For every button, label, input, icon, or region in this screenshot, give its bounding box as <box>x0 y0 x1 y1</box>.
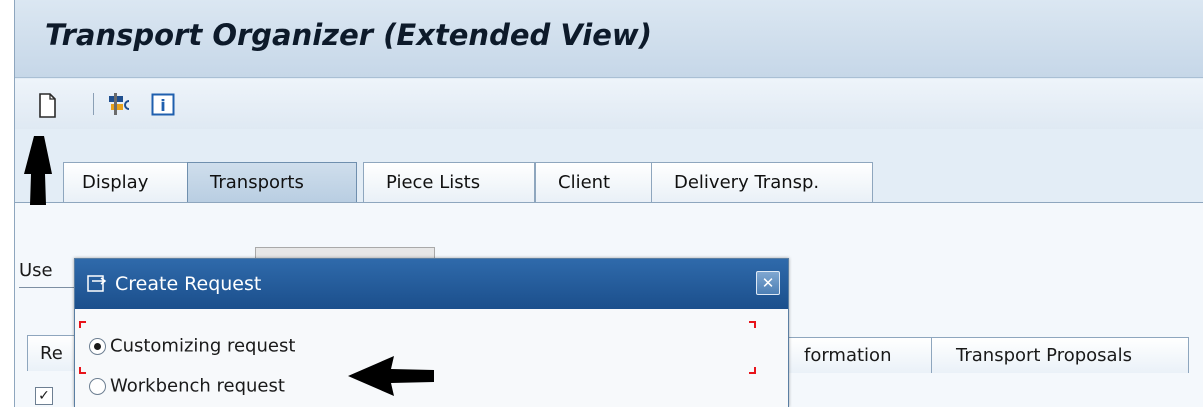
close-button[interactable]: ✕ <box>756 271 780 295</box>
workbench-request-option[interactable]: Workbench request <box>89 375 285 403</box>
option-label: Customizing request <box>110 335 296 357</box>
customizing-request-option[interactable]: Customizing request <box>89 335 295 363</box>
window-title: Transport Organizer (Extended View) <box>45 18 652 52</box>
user-label: Use <box>19 260 53 281</box>
title-bar: Transport Organizer (Extended View) <box>15 0 1203 78</box>
new-document-button[interactable] <box>37 89 57 119</box>
user-label-underline <box>19 287 77 288</box>
row-checkbox[interactable]: ✓ <box>35 387 53 405</box>
radio-selected[interactable] <box>89 337 106 355</box>
subtab-label: Re <box>40 343 63 364</box>
tab-transports[interactable]: Transports <box>187 162 357 202</box>
svg-text:i: i <box>160 96 165 115</box>
tab-label: Transports <box>210 172 304 193</box>
dialog-title: Create Request <box>115 273 262 295</box>
create-request-dialog: Create Request ✕ Customizing request Wor… <box>74 258 789 407</box>
transport-tools-button[interactable] <box>107 89 133 119</box>
focus-corner <box>79 321 86 328</box>
close-icon: ✕ <box>761 274 775 292</box>
tab-delivery-transp[interactable]: Delivery Transp. <box>651 162 873 202</box>
focus-corner <box>749 367 756 374</box>
main-tabstrip: Display Transports Piece Lists Client De… <box>15 162 1203 202</box>
tab-label: Piece Lists <box>386 172 481 193</box>
focus-corner <box>79 367 86 374</box>
tab-display[interactable]: Display <box>63 162 193 202</box>
subtab-transport-proposals[interactable]: Transport Proposals <box>931 337 1189 373</box>
tab-piece-lists[interactable]: Piece Lists <box>363 162 535 202</box>
dialog-window-icon <box>87 275 107 292</box>
toolbar-separator <box>93 93 94 115</box>
subtab-label: formation <box>804 345 892 366</box>
tab-label: Display <box>82 172 149 193</box>
tab-label: Delivery Transp. <box>674 172 820 193</box>
transport-tools-icon <box>109 93 130 115</box>
subtab-information[interactable]: formation <box>779 337 939 373</box>
information-icon: i <box>151 93 175 116</box>
dialog-title-bar[interactable]: Create Request ✕ <box>75 259 788 309</box>
subtab-label: Transport Proposals <box>956 345 1132 366</box>
information-button[interactable]: i <box>151 89 175 119</box>
tab-client[interactable]: Client <box>535 162 653 202</box>
new-document-icon <box>39 93 56 118</box>
option-label: Workbench request <box>110 375 285 397</box>
radio-unselected[interactable] <box>89 377 106 395</box>
tab-label: Client <box>558 172 611 193</box>
application-toolbar: i <box>15 79 1203 129</box>
focus-corner <box>749 321 756 328</box>
